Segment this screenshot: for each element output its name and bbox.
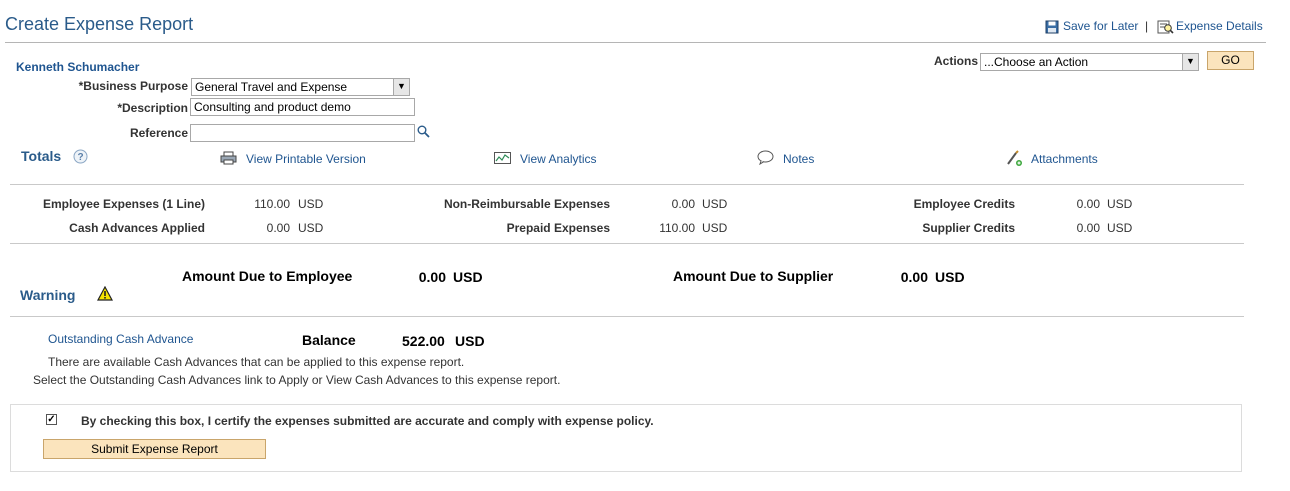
employee-credits-amount: 0.00 xyxy=(1076,197,1100,211)
printer-icon[interactable] xyxy=(220,151,237,165)
warning-heading: Warning xyxy=(20,287,76,303)
employee-name[interactable]: Kenneth Schumacher xyxy=(16,60,139,74)
analytics-icon[interactable] xyxy=(494,152,511,164)
employee-expenses-amount: 110.00 xyxy=(254,197,290,211)
cash-advances-applied-currency: USD xyxy=(298,221,324,235)
attachments-icon[interactable] xyxy=(1005,150,1023,167)
save-icon[interactable] xyxy=(1045,20,1059,34)
balance-currency: USD xyxy=(455,333,485,349)
chevron-down-icon[interactable]: ▼ xyxy=(393,79,409,95)
non-reimbursable-label: Non-Reimbursable Expenses xyxy=(443,197,610,211)
help-icon[interactable]: ? xyxy=(73,149,88,164)
prepaid-expenses-label: Prepaid Expenses xyxy=(506,221,610,235)
amount-due-employee-value: 0.00 xyxy=(418,269,446,285)
view-printable-version-link[interactable]: View Printable Version xyxy=(246,152,366,166)
page-title: Create Expense Report xyxy=(5,14,194,34)
actions-selected-value: ...Choose an Action xyxy=(984,55,1089,69)
warning-message-2: Select the Outstanding Cash Advances lin… xyxy=(33,373,561,387)
description-input[interactable] xyxy=(190,98,415,116)
notes-link[interactable]: Notes xyxy=(783,152,814,166)
supplier-credits-label: Supplier Credits xyxy=(922,221,1015,235)
non-reimbursable-amount: 0.00 xyxy=(671,197,695,211)
save-for-later-link[interactable]: Save for Later xyxy=(1063,19,1138,33)
non-reimbursable-currency: USD xyxy=(702,197,728,211)
supplier-credits-currency: USD xyxy=(1107,221,1133,235)
totals-bottom-divider xyxy=(10,243,1244,244)
balance-value: 522.00 xyxy=(402,333,445,349)
business-purpose-select[interactable]: General Travel and Expense ▼ xyxy=(191,78,410,96)
expense-details-icon[interactable] xyxy=(1157,19,1174,34)
amount-due-employee-currency: USD xyxy=(453,269,483,285)
employee-credits-label: Employee Credits xyxy=(913,197,1015,211)
header-separator: | xyxy=(1145,19,1149,33)
reference-label: Reference xyxy=(129,126,188,140)
business-purpose-label: *Business Purpose xyxy=(78,79,188,93)
reference-input[interactable] xyxy=(190,124,415,142)
amount-due-supplier-label: Amount Due to Supplier xyxy=(673,268,834,284)
warning-icon xyxy=(97,286,113,301)
description-label: *Description xyxy=(117,101,188,115)
totals-heading: Totals xyxy=(21,148,62,164)
employee-expenses-label: Employee Expenses (1 Line) xyxy=(42,197,205,211)
actions-label: Actions xyxy=(934,54,979,68)
outstanding-cash-advance-link[interactable]: Outstanding Cash Advance xyxy=(48,332,193,346)
cash-advances-applied-label: Cash Advances Applied xyxy=(69,221,205,235)
cash-advances-applied-amount: 0.00 xyxy=(266,221,290,235)
expense-details-link[interactable]: Expense Details xyxy=(1176,19,1263,33)
notes-icon[interactable] xyxy=(757,150,774,165)
view-analytics-link[interactable]: View Analytics xyxy=(520,152,596,166)
go-button[interactable]: GO xyxy=(1207,51,1254,70)
chevron-down-icon[interactable]: ▼ xyxy=(1182,54,1198,70)
prepaid-expenses-amount: 110.00 xyxy=(659,221,695,235)
certify-checkbox[interactable]: ✓ xyxy=(46,414,57,425)
submit-expense-report-button[interactable]: Submit Expense Report xyxy=(43,439,266,459)
balance-label: Balance xyxy=(302,332,356,348)
amount-due-supplier-currency: USD xyxy=(935,269,965,285)
totals-top-divider xyxy=(10,184,1244,185)
actions-select[interactable]: ...Choose an Action ▼ xyxy=(980,53,1199,71)
header-divider xyxy=(5,42,1266,43)
supplier-credits-amount: 0.00 xyxy=(1076,221,1100,235)
attachments-link[interactable]: Attachments xyxy=(1031,152,1098,166)
amount-due-supplier-value: 0.00 xyxy=(900,269,928,285)
certify-text: By checking this box, I certify the expe… xyxy=(81,414,654,428)
warning-divider xyxy=(10,316,1244,317)
svg-text:?: ? xyxy=(77,152,83,163)
amount-due-employee-label: Amount Due to Employee xyxy=(182,268,353,284)
business-purpose-value: General Travel and Expense xyxy=(195,80,348,94)
search-icon[interactable] xyxy=(417,125,430,138)
prepaid-expenses-currency: USD xyxy=(702,221,728,235)
employee-credits-currency: USD xyxy=(1107,197,1133,211)
employee-expenses-currency: USD xyxy=(298,197,324,211)
warning-message-1: There are available Cash Advances that c… xyxy=(48,355,465,369)
